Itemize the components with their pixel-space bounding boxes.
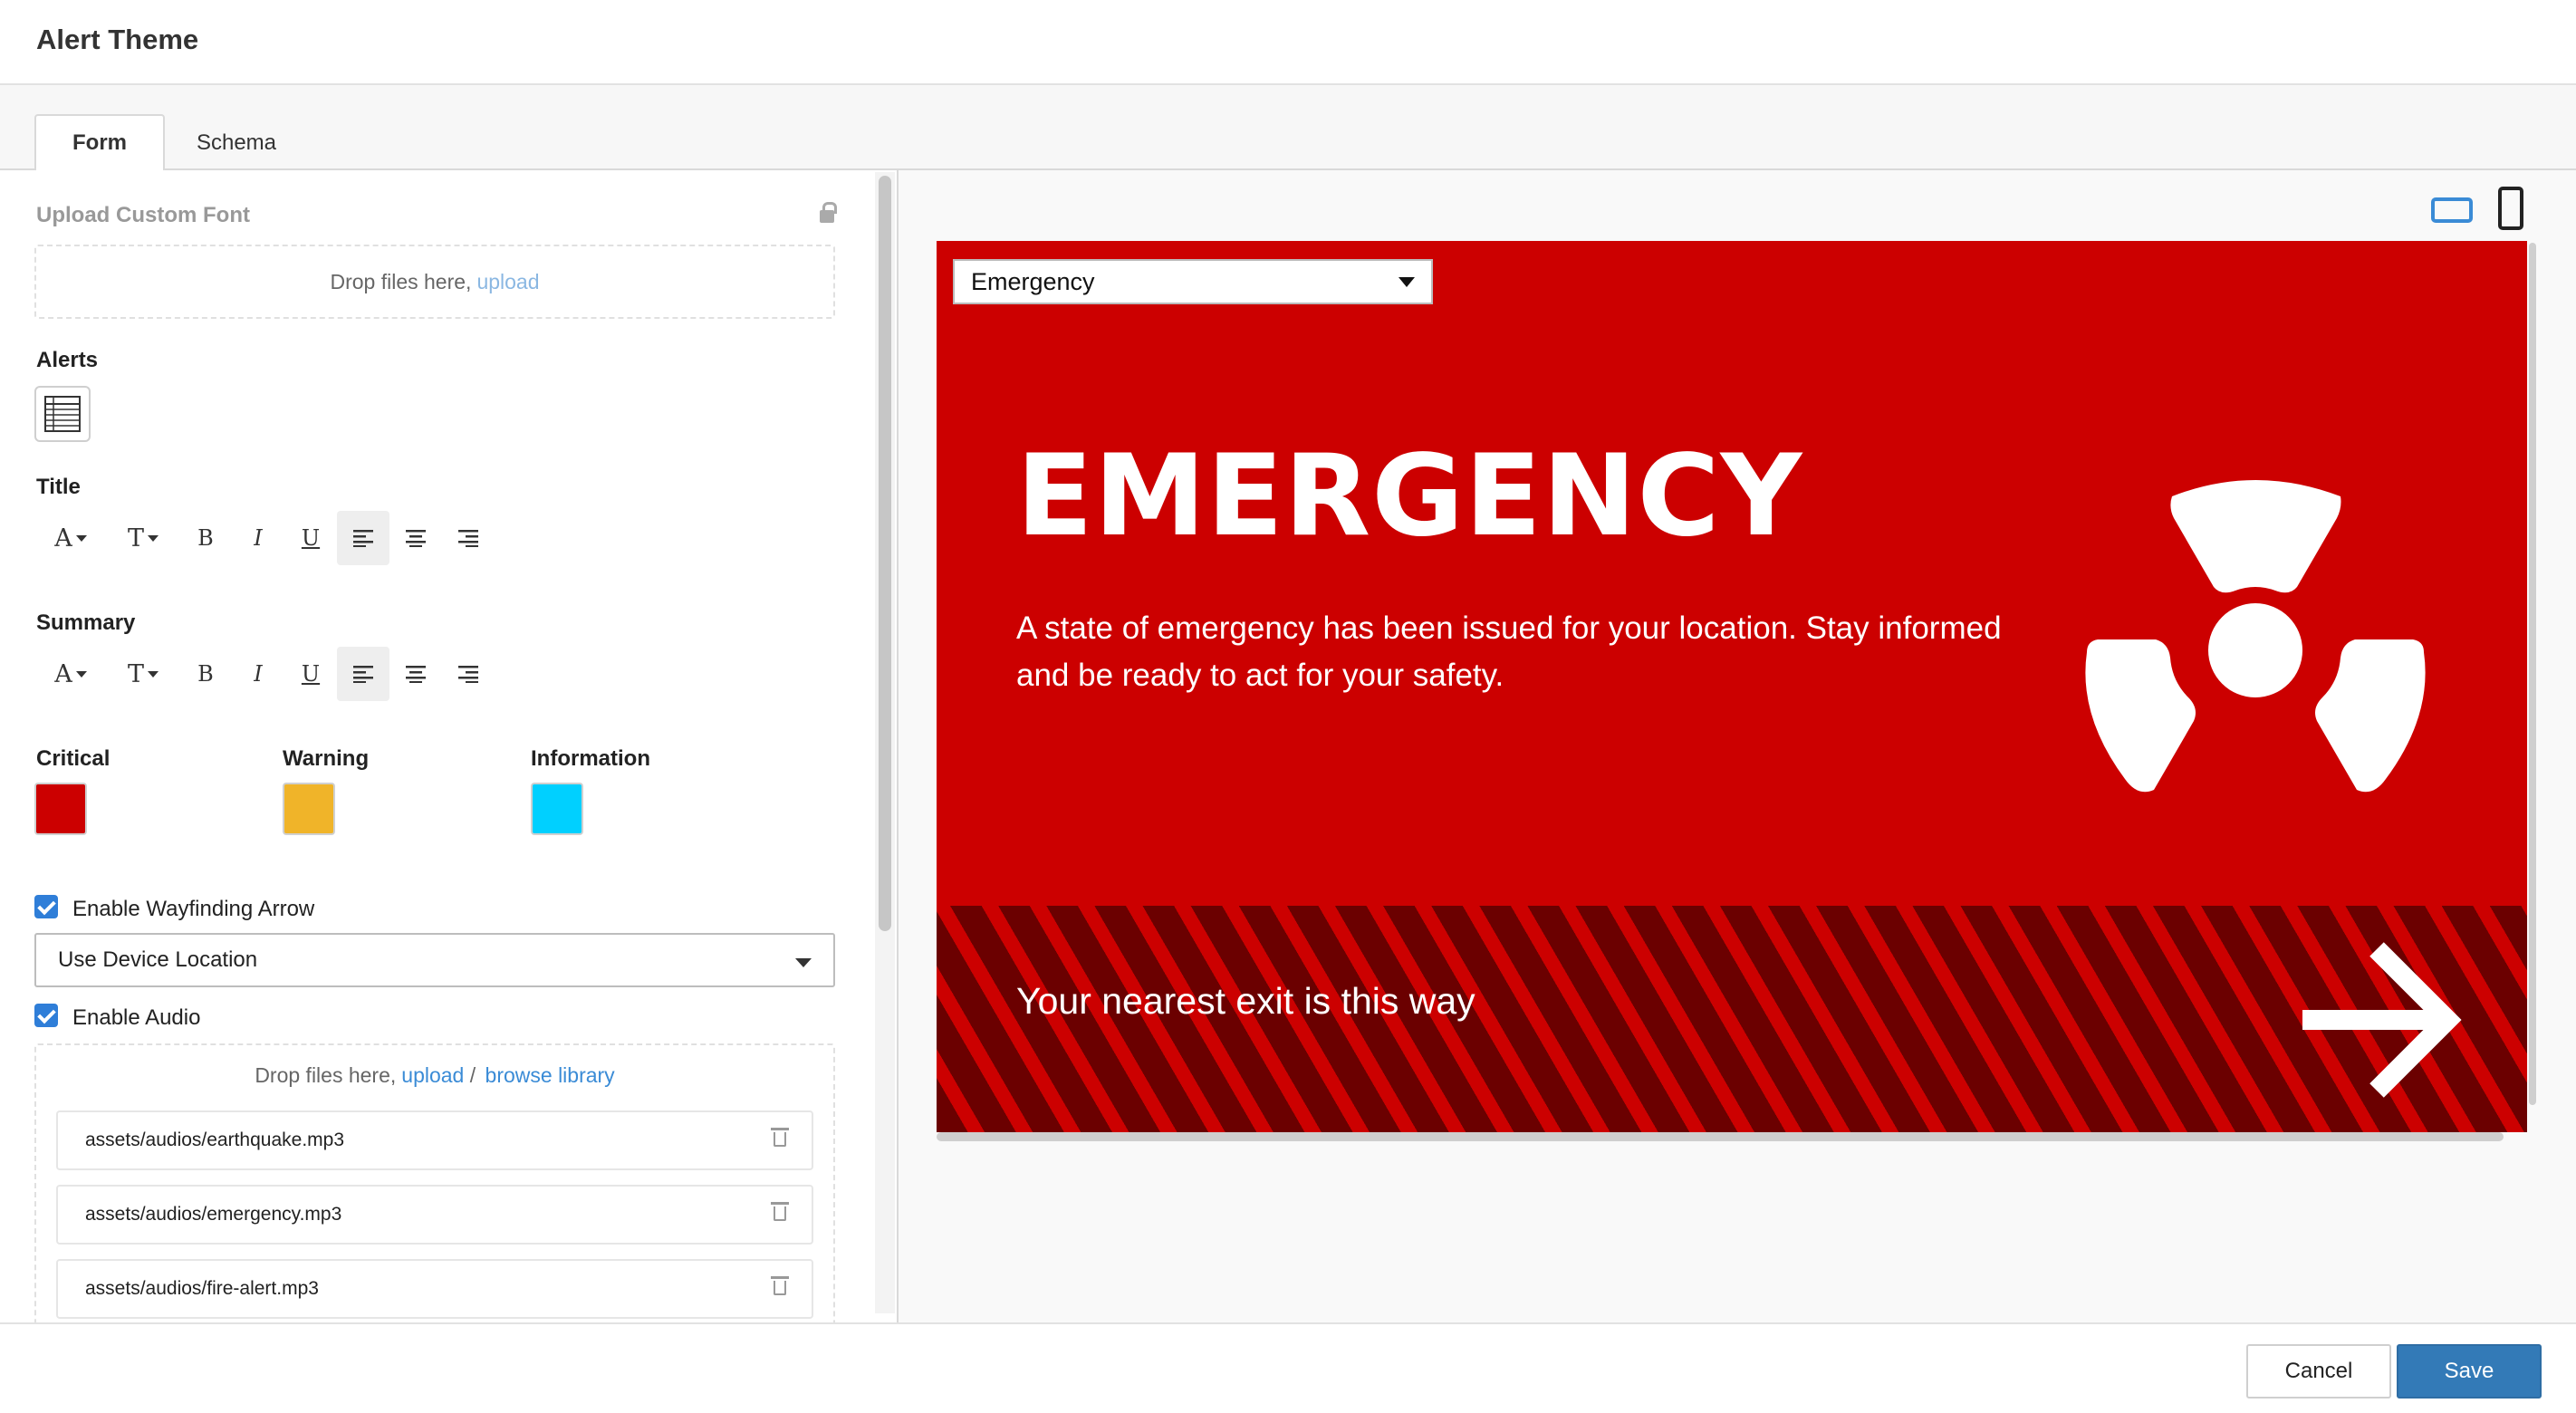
- custom-font-upload-link[interactable]: upload: [476, 270, 539, 294]
- wayfinding-select-value: Use Device Location: [58, 947, 258, 972]
- alerts-table-button[interactable]: [34, 386, 91, 442]
- font-size-icon: T: [127, 524, 144, 553]
- font-size-dropdown[interactable]: T: [107, 647, 179, 701]
- save-button[interactable]: Save: [2397, 1344, 2542, 1399]
- trash-icon[interactable]: [771, 1202, 789, 1221]
- radiation-hazard-icon: [2085, 480, 2426, 793]
- wayfinding-label: Enable Wayfinding Arrow: [72, 897, 315, 921]
- alert-preview: Emergency EMERGENCY A state of emergency…: [937, 241, 2527, 1132]
- trash-icon[interactable]: [771, 1128, 789, 1147]
- underline-icon: U: [301, 525, 321, 551]
- audio-file-row: assets/audios/emergency.mp3: [56, 1185, 813, 1245]
- trash-icon[interactable]: [771, 1276, 789, 1295]
- warning-color-swatch[interactable]: [283, 783, 335, 835]
- audio-link-separator: /: [464, 1063, 482, 1087]
- audio-file-name: assets/audios/emergency.mp3: [85, 1204, 342, 1225]
- audio-checkbox[interactable]: [34, 1004, 58, 1027]
- align-right-button[interactable]: [442, 511, 495, 565]
- italic-icon: I: [254, 525, 263, 551]
- dialog-footer: Cancel Save: [0, 1322, 2576, 1413]
- landscape-device-icon[interactable]: [2431, 197, 2473, 223]
- audio-upload-link[interactable]: upload: [401, 1063, 464, 1088]
- align-right-button[interactable]: [442, 647, 495, 701]
- alerts-label: Alerts: [36, 348, 99, 372]
- alert-type-select[interactable]: Emergency: [953, 259, 1433, 304]
- font-family-dropdown[interactable]: A: [34, 511, 107, 565]
- underline-icon: U: [301, 661, 321, 687]
- italic-button[interactable]: I: [232, 511, 284, 565]
- title-toolbar: A T B I U: [34, 511, 495, 565]
- chevron-down-icon: [75, 670, 87, 678]
- audio-file-name: assets/audios/fire-alert.mp3: [85, 1278, 319, 1299]
- portrait-device-icon[interactable]: [2498, 187, 2523, 230]
- warning-color-label: Warning: [283, 746, 370, 771]
- preview-vertical-scrollbar[interactable]: [2529, 243, 2536, 1105]
- chevron-down-icon: [1399, 277, 1415, 287]
- underline-button[interactable]: U: [284, 647, 337, 701]
- align-right-icon: [458, 666, 478, 683]
- bold-button[interactable]: B: [179, 647, 232, 701]
- alert-summary: A state of emergency has been issued for…: [1016, 610, 2002, 693]
- summary-label: Summary: [36, 610, 136, 635]
- preview-horizontal-scrollbar[interactable]: [937, 1132, 2504, 1141]
- underline-button[interactable]: U: [284, 511, 337, 565]
- arrow-right-icon: [2302, 942, 2462, 1098]
- audio-file-row: assets/audios/earthquake.mp3: [56, 1110, 813, 1170]
- audio-file-row: assets/audios/fire-alert.mp3: [56, 1259, 813, 1319]
- align-left-icon: [353, 666, 373, 683]
- wayfinding-location-select[interactable]: Use Device Location: [34, 933, 835, 987]
- audio-label: Enable Audio: [72, 1005, 201, 1030]
- form-panel: Upload Custom Font Drop files here, uplo…: [0, 170, 897, 1322]
- custom-font-label: Upload Custom Font: [36, 203, 250, 227]
- exit-direction-text: Your nearest exit is this way: [1016, 980, 1475, 1022]
- lock-icon: [820, 202, 837, 223]
- browse-library-link[interactable]: browse library: [485, 1063, 615, 1088]
- dialog-header: Alert Theme: [0, 0, 2576, 85]
- chevron-down-icon: [148, 534, 159, 542]
- critical-color-label: Critical: [36, 746, 111, 771]
- wayfinding-checkbox[interactable]: [34, 895, 58, 918]
- custom-font-dropzone[interactable]: Drop files here, upload: [34, 245, 835, 319]
- form-scrollbar-thumb[interactable]: [879, 176, 891, 931]
- font-family-dropdown[interactable]: A: [34, 647, 107, 701]
- tab-schema[interactable]: Schema: [178, 114, 295, 172]
- chevron-down-icon: [148, 670, 159, 678]
- bold-icon: B: [197, 661, 214, 687]
- audio-file-name: assets/audios/earthquake.mp3: [85, 1129, 345, 1150]
- align-center-button[interactable]: [389, 511, 442, 565]
- audio-drop-text: Drop files here,: [255, 1063, 397, 1087]
- preview-panel: Emergency EMERGENCY A state of emergency…: [899, 170, 2576, 1322]
- align-left-button[interactable]: [337, 511, 389, 565]
- tab-form[interactable]: Form: [34, 114, 165, 172]
- align-center-icon: [406, 666, 426, 683]
- cancel-button[interactable]: Cancel: [2246, 1344, 2391, 1399]
- critical-color-swatch[interactable]: [34, 783, 87, 835]
- information-color-swatch[interactable]: [531, 783, 583, 835]
- align-left-button[interactable]: [337, 647, 389, 701]
- align-center-button[interactable]: [389, 647, 442, 701]
- table-icon: [44, 396, 81, 432]
- bold-button[interactable]: B: [179, 511, 232, 565]
- align-left-icon: [353, 530, 373, 547]
- italic-button[interactable]: I: [232, 647, 284, 701]
- bold-icon: B: [197, 525, 214, 551]
- font-size-icon: T: [127, 659, 144, 688]
- alert-title: EMERGENCY: [1016, 431, 1803, 562]
- font-icon: A: [54, 659, 72, 688]
- information-color-label: Information: [531, 746, 650, 771]
- alert-type-value: Emergency: [971, 267, 1095, 295]
- tab-bar: Form Schema: [0, 85, 2576, 172]
- align-center-icon: [406, 530, 426, 547]
- align-right-icon: [458, 530, 478, 547]
- summary-toolbar: A T B I U: [34, 647, 495, 701]
- font-size-dropdown[interactable]: T: [107, 511, 179, 565]
- title-label: Title: [36, 475, 81, 499]
- chevron-down-icon: [795, 958, 812, 967]
- chevron-down-icon: [75, 534, 87, 542]
- dialog-title: Alert Theme: [36, 24, 199, 55]
- custom-font-drop-text: Drop files here,: [330, 269, 472, 293]
- font-icon: A: [54, 524, 72, 553]
- italic-icon: I: [254, 661, 263, 687]
